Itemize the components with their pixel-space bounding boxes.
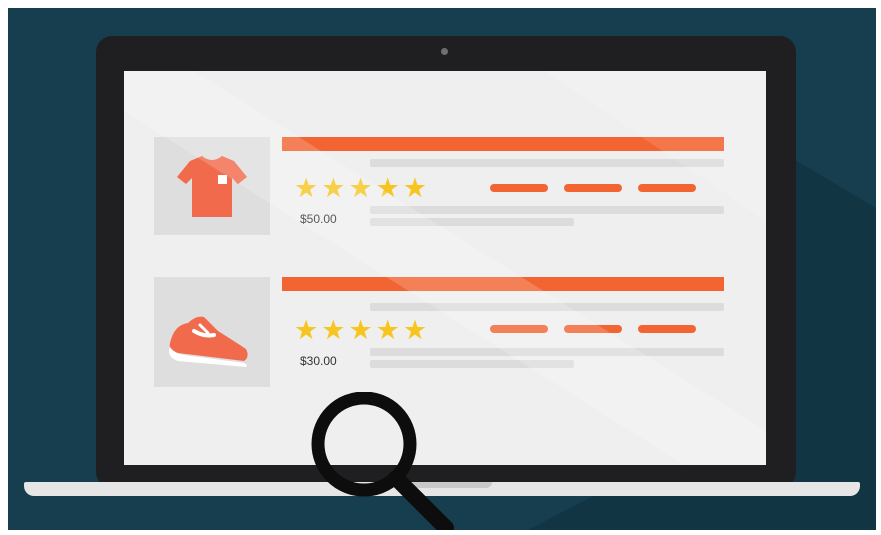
star-icon: ★ [321,315,346,345]
magnifying-glass-icon [311,392,454,530]
product-card-sneaker[interactable]: ★ ★ ★ ★ ★ $30.00 [154,277,734,387]
option-pill[interactable] [490,184,548,192]
star-rating: ★ ★ ★ ★ ★ [294,315,427,345]
product-price: $50.00 [300,212,337,226]
product-title-bar[interactable] [282,137,724,151]
description-line [370,348,724,356]
star-icon: ★ [402,315,428,345]
illustration-scene: ★ ★ ★ ★ ★ $50.00 ★ ★ ★ ★ ★ $30.00 [8,8,876,530]
option-pill[interactable] [564,184,622,192]
product-card-tshirt[interactable]: ★ ★ ★ ★ ★ $50.00 [154,137,734,247]
description-line [370,159,724,167]
star-icon: ★ [402,173,428,203]
tshirt-icon [177,156,247,217]
description-line [370,303,724,311]
description-line [370,360,574,368]
product-title-bar[interactable] [282,277,724,291]
option-pill[interactable] [564,325,622,333]
product-price: $30.00 [300,354,337,368]
option-pill[interactable] [638,184,696,192]
star-icon: ★ [294,315,319,345]
description-line [370,218,574,226]
option-pill[interactable] [490,325,548,333]
star-icon: ★ [375,173,400,203]
option-pill[interactable] [638,325,696,333]
star-icon: ★ [348,173,373,203]
description-line [370,206,724,214]
star-rating: ★ ★ ★ ★ ★ [294,173,427,203]
star-icon: ★ [321,173,346,203]
star-icon: ★ [348,315,373,345]
webcam-icon [441,48,448,55]
product-thumbnail[interactable] [154,137,270,235]
product-thumbnail[interactable] [154,277,270,387]
star-icon: ★ [375,315,400,345]
star-icon: ★ [294,173,319,203]
sneaker-icon [169,316,248,367]
